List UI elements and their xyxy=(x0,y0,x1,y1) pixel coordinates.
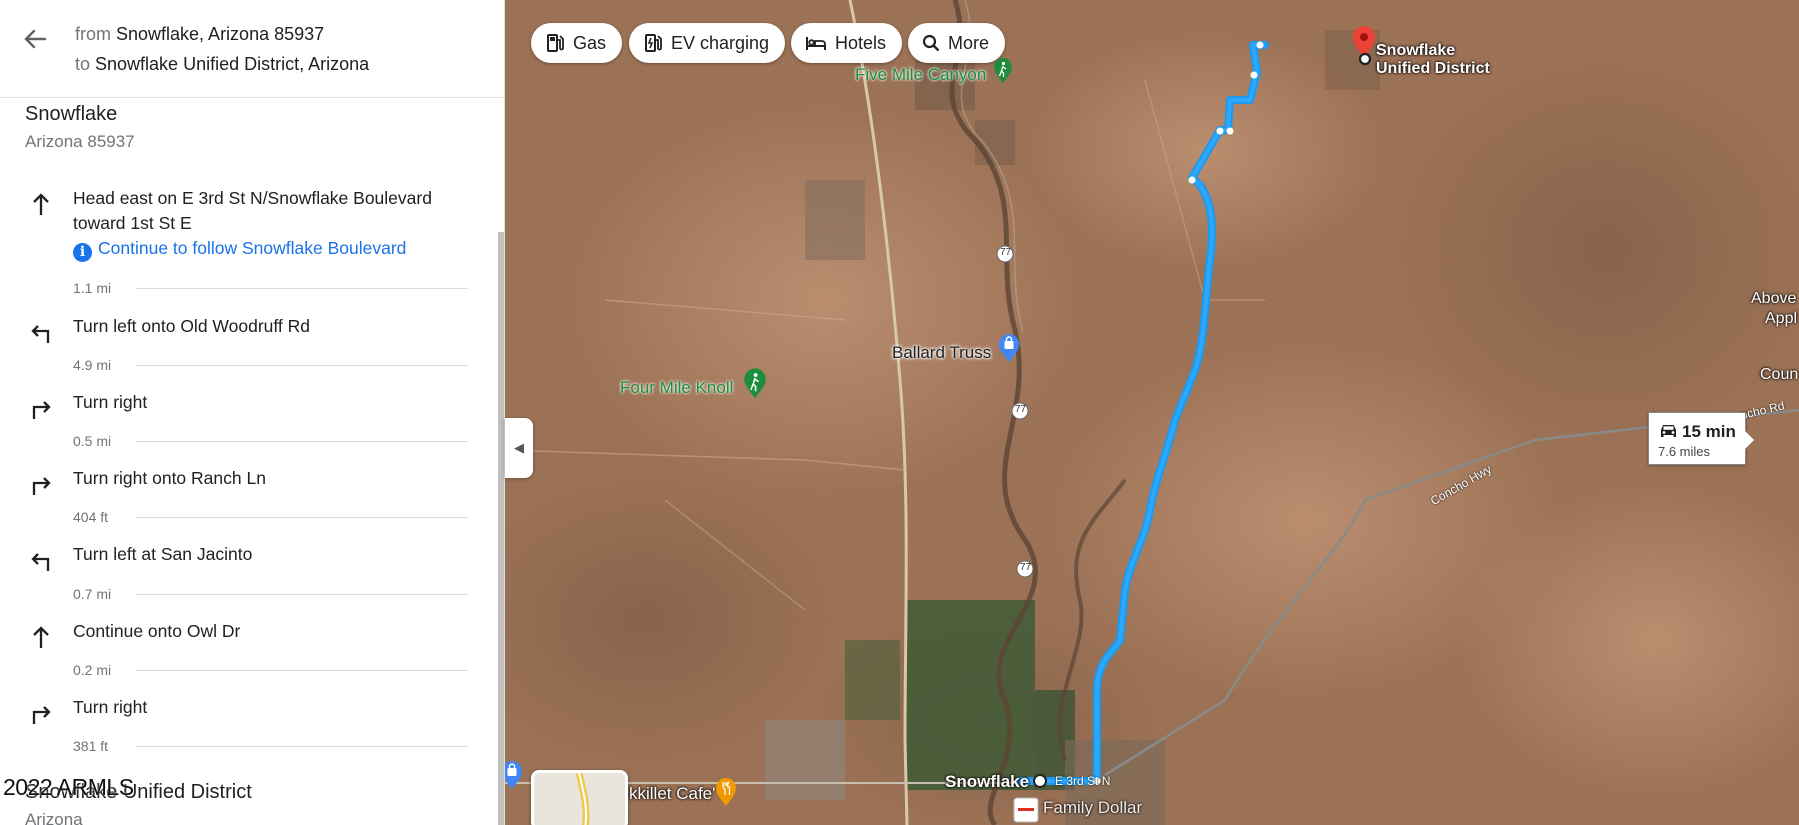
ev-charging-chip[interactable]: EV charging xyxy=(629,23,786,63)
chip-label: Hotels xyxy=(835,32,887,53)
step-distance: 4.9 mi xyxy=(73,357,112,373)
back-button[interactable] xyxy=(18,22,52,56)
step-divider xyxy=(136,746,468,747)
route-to[interactable]: to Snowflake Unified District, Arizona xyxy=(75,54,369,75)
route-distance: 7.6 miles xyxy=(1658,444,1711,459)
shopping-pin-icon[interactable] xyxy=(998,333,1020,363)
step-note-text: Continue to follow Snowflake Boulevard xyxy=(98,238,407,258)
step-instruction: Turn left onto Old Woodruff Rd xyxy=(73,316,311,336)
step-instruction: Turn left at San Jacinto xyxy=(73,544,253,564)
origin-marker xyxy=(1033,774,1047,788)
callout-tail xyxy=(1745,431,1754,449)
destination-map-label[interactable]: Snowflake Unified District xyxy=(1376,42,1490,78)
restaurant-pin-icon[interactable] xyxy=(715,777,737,807)
step-instruction: Turn right xyxy=(73,392,148,412)
ev-charging-icon xyxy=(645,34,662,52)
poi-four-mile-knoll[interactable]: Four Mile Knoll xyxy=(620,378,733,398)
route-time: 15 min xyxy=(1682,422,1736,441)
hwy-77-label: 77 xyxy=(1000,247,1012,258)
turn-left-icon xyxy=(31,553,50,571)
step-instruction: Continue onto Owl Dr xyxy=(73,621,241,641)
info-icon: i xyxy=(73,243,92,262)
step-distance: 0.5 mi xyxy=(73,433,112,449)
step-divider xyxy=(136,670,468,671)
to-location: Snowflake Unified District, Arizona xyxy=(95,54,370,74)
step-divider xyxy=(136,594,468,595)
step-instruction: Turn right xyxy=(73,697,148,717)
arrow-up-icon xyxy=(33,193,49,215)
step-distance: 0.7 mi xyxy=(73,586,112,602)
chip-label: More xyxy=(948,32,990,53)
gas-chip[interactable]: Gas xyxy=(531,23,623,63)
poi-five-mile-canyon[interactable]: Five Mile Canyon xyxy=(855,65,986,85)
road-label-e3rd: E 3rd St N xyxy=(1055,774,1111,788)
origin-name: Snowflake xyxy=(25,103,118,125)
hwy-77-label: 77 xyxy=(1020,562,1032,573)
step-instruction: Head east on E 3rd St N/Snowflake Boulev… xyxy=(73,188,432,233)
listing-watermark: 2022 ARMLS xyxy=(3,774,134,800)
more-chip[interactable]: More xyxy=(908,23,1006,63)
directions-panel: from Snowflake, Arizona 85937 to Snowflake… xyxy=(0,0,505,825)
step-distance: 0.2 mi xyxy=(73,662,112,678)
chip-label: EV charging xyxy=(671,32,770,53)
route-header: from Snowflake, Arizona 85937 to Snowflake… xyxy=(0,0,504,98)
partial-label-coun: Coun xyxy=(1760,366,1799,383)
step-instruction: Turn right onto Ranch Ln xyxy=(73,468,266,488)
destination-subtitle: Arizona xyxy=(25,810,83,825)
turn-right-icon xyxy=(32,401,51,419)
from-prefix: from xyxy=(75,24,111,44)
shopping-pin-icon[interactable] xyxy=(505,760,523,790)
collapse-panel-button[interactable]: ◀ xyxy=(505,418,533,478)
car-icon xyxy=(1661,425,1676,437)
step-divider xyxy=(136,517,468,518)
satellite-map[interactable]: 77 77 77 Gas EV charging Hotels More Fiv… xyxy=(505,0,1799,825)
step-note[interactable]: i Continue to follow Snowflake Boulevard xyxy=(73,238,406,262)
hiking-icon[interactable] xyxy=(743,368,767,400)
arrow-up-icon xyxy=(33,626,49,648)
destination-marker xyxy=(1358,52,1372,66)
partial-label-above: Above xyxy=(1751,290,1797,307)
hiking-icon[interactable] xyxy=(993,58,1013,84)
to-prefix: to xyxy=(75,54,91,74)
panel-scrollbar[interactable] xyxy=(498,232,504,825)
from-location: Snowflake, Arizona 85937 xyxy=(116,24,325,44)
search-icon xyxy=(922,34,940,52)
step-divider xyxy=(136,365,468,366)
route-from[interactable]: from Snowflake, Arizona 85937 xyxy=(75,24,324,45)
store-logo-icon[interactable] xyxy=(1013,797,1039,823)
layers-toggle-thumbnail[interactable] xyxy=(531,770,628,825)
turn-left-icon xyxy=(31,325,50,343)
gas-station-icon xyxy=(547,34,564,52)
step-distance: 381 ft xyxy=(73,738,109,754)
chevron-left-icon: ◀ xyxy=(514,440,524,455)
dest-label-line2: Unified District xyxy=(1376,60,1490,77)
turn-right-icon xyxy=(32,477,51,495)
poi-skillet-cafe[interactable]: kkillet Cafe' xyxy=(629,784,715,804)
hotels-chip[interactable]: Hotels xyxy=(791,23,903,63)
step-divider xyxy=(136,441,468,442)
step-distance: 1.1 mi xyxy=(73,280,112,296)
map-layer-icon xyxy=(534,773,625,825)
arrow-left-icon xyxy=(24,29,47,49)
hotel-icon xyxy=(806,37,826,50)
poi-family-dollar[interactable]: Family Dollar xyxy=(1043,798,1142,818)
town-label-snowflake[interactable]: Snowflake xyxy=(945,772,1029,792)
step-divider xyxy=(136,288,468,289)
chip-label: Gas xyxy=(573,32,607,53)
turn-right-icon xyxy=(32,706,51,724)
step-distance: 404 ft xyxy=(73,509,109,525)
route-summary-callout[interactable]: 15 min 7.6 miles xyxy=(1648,412,1754,465)
poi-ballard-truss[interactable]: Ballard Truss xyxy=(892,343,991,363)
partial-label-appl: Appl xyxy=(1765,310,1798,327)
satellite-terrain xyxy=(505,0,1799,825)
hwy-77-label: 77 xyxy=(1015,404,1027,415)
dest-label-line1: Snowflake xyxy=(1376,42,1456,59)
origin-subtitle: Arizona 85937 xyxy=(25,132,135,151)
maps-directions-app: from Snowflake, Arizona 85937 to Snowflake… xyxy=(0,0,1799,825)
